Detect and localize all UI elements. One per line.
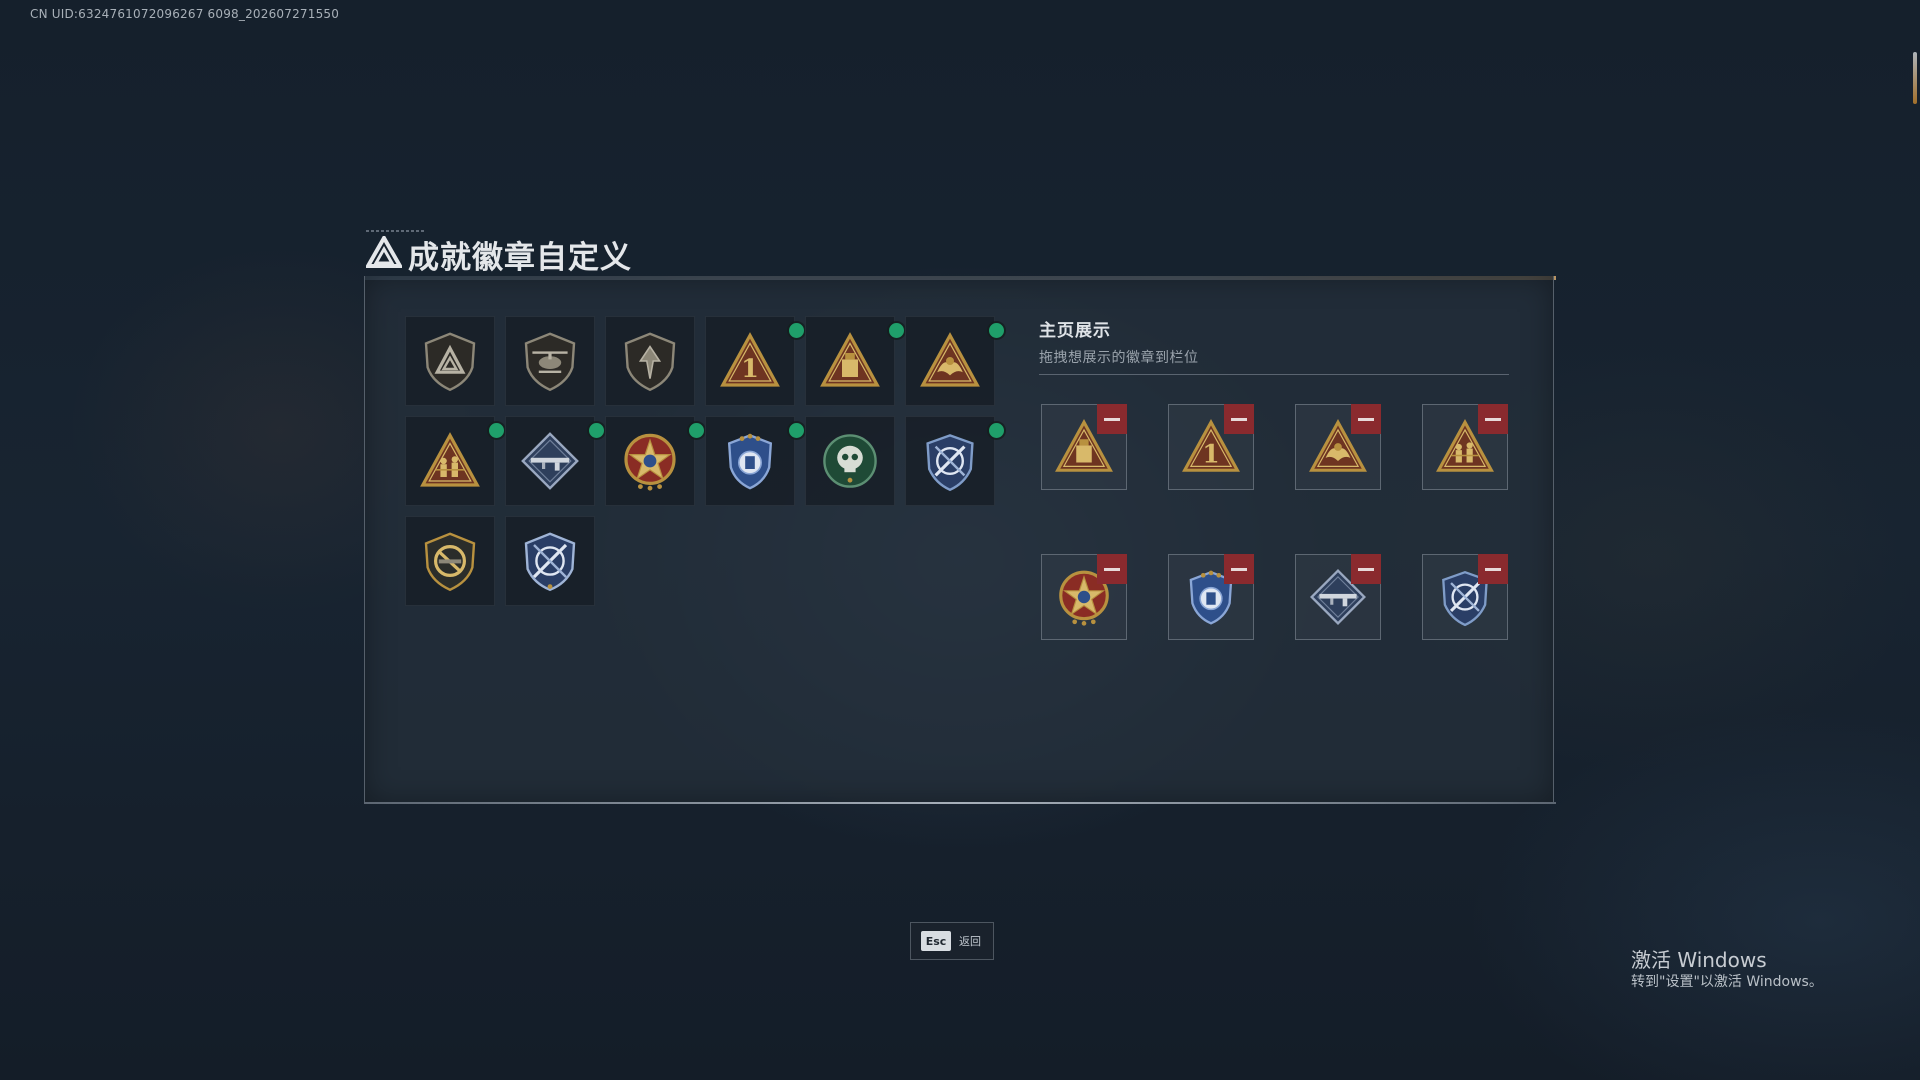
minus-icon (1358, 417, 1374, 421)
badge-cell[interactable]: 1 (705, 316, 804, 406)
minus-icon (1104, 567, 1120, 571)
showcase-slot[interactable] (1422, 404, 1508, 490)
badge-cell[interactable] (705, 416, 804, 506)
minus-icon (1231, 417, 1247, 421)
new-indicator-dot (989, 323, 1004, 338)
panel-bottom-border (364, 802, 1556, 804)
remove-badge-button[interactable] (1097, 554, 1127, 584)
minus-icon (1485, 417, 1501, 421)
activate-windows-subtitle: 转到"设置"以激活 Windows。 (1631, 974, 1823, 990)
badge-cell[interactable] (505, 516, 595, 606)
crossed-arrows-blue-badge-icon (926, 434, 974, 492)
new-indicator-dot (489, 423, 504, 438)
new-indicator-dot (789, 323, 804, 338)
remove-badge-button[interactable] (1351, 404, 1381, 434)
badge-cell[interactable] (405, 516, 495, 606)
badge-cell[interactable] (805, 316, 904, 406)
svg-text:1: 1 (1202, 440, 1219, 469)
esc-key-icon: Esc (921, 931, 951, 951)
back-button[interactable]: Esc 返回 (910, 922, 994, 960)
number-one-triangle-badge-icon: 1 (720, 332, 780, 387)
badge-cell[interactable] (805, 416, 895, 506)
minus-icon (1485, 567, 1501, 571)
helicopter-shield-badge-icon (524, 332, 576, 392)
showcase-slot[interactable] (1295, 404, 1381, 490)
badge-cell[interactable] (405, 316, 495, 406)
remove-badge-button[interactable] (1478, 554, 1508, 584)
showcase-divider (1039, 374, 1509, 375)
activate-windows-title: 激活 Windows (1631, 948, 1767, 972)
remove-badge-button[interactable] (1097, 404, 1127, 434)
soldiers-triangle-badge-icon (420, 432, 480, 487)
minus-icon (1104, 417, 1120, 421)
new-indicator-dot (589, 423, 604, 438)
eagle-triangle-badge-icon (920, 332, 980, 387)
crossed-arrows-blue-badge-2-icon (524, 532, 576, 592)
blue-shield-medal-icon (727, 433, 773, 490)
new-indicator-dot (789, 423, 804, 438)
triangle-logo-icon (366, 236, 402, 268)
badge-cell[interactable] (505, 316, 595, 406)
badge-cell[interactable] (605, 316, 695, 406)
remove-badge-button[interactable] (1224, 404, 1254, 434)
rifle-diamond-badge-icon (521, 432, 579, 490)
remove-badge-button[interactable] (1351, 554, 1381, 584)
no-rifle-shield-badge-icon (424, 532, 476, 592)
triangle-shield-badge-icon (424, 332, 476, 392)
player-uid: CN UID:6324761072096267 6098_20260727155… (30, 7, 340, 21)
badge-cell[interactable] (905, 316, 1004, 406)
green-skull-badge-icon (823, 434, 877, 488)
page-title: 成就徽章自定义 (408, 240, 632, 276)
homepage-showcase: 主页展示 拖拽想展示的徽章到栏位 1 (1039, 316, 1509, 640)
showcase-slot[interactable] (1041, 404, 1127, 490)
remove-badge-button[interactable] (1478, 404, 1508, 434)
badge-cell[interactable] (605, 416, 704, 506)
showcase-slot[interactable] (1168, 554, 1254, 640)
new-indicator-dot (889, 323, 904, 338)
badge-cell[interactable] (405, 416, 504, 506)
minus-icon (1358, 567, 1374, 571)
gold-star-medal-icon (624, 433, 676, 491)
minus-icon (1231, 567, 1247, 571)
new-indicator-dot (989, 423, 1004, 438)
remove-badge-button[interactable] (1224, 554, 1254, 584)
wing-shield-badge-icon (624, 332, 676, 392)
supply-crate-triangle-badge-icon (820, 332, 880, 387)
badge-cell[interactable] (505, 416, 604, 506)
showcase-title: 主页展示 (1039, 321, 1111, 341)
showcase-slot[interactable]: 1 (1168, 404, 1254, 490)
badge-cell[interactable] (905, 416, 1004, 506)
showcase-subtitle: 拖拽想展示的徽章到栏位 (1039, 350, 1199, 366)
showcase-slot[interactable] (1041, 554, 1127, 640)
back-label: 返回 (959, 935, 981, 948)
new-indicator-dot (689, 423, 704, 438)
showcase-slot[interactable] (1422, 554, 1508, 640)
badge-panel: 1 主页展示 拖拽想展示的徽章到栏位 1 (364, 276, 1554, 804)
showcase-slot[interactable] (1295, 554, 1381, 640)
scroll-indicator (1913, 52, 1917, 104)
svg-text:1: 1 (741, 354, 759, 384)
